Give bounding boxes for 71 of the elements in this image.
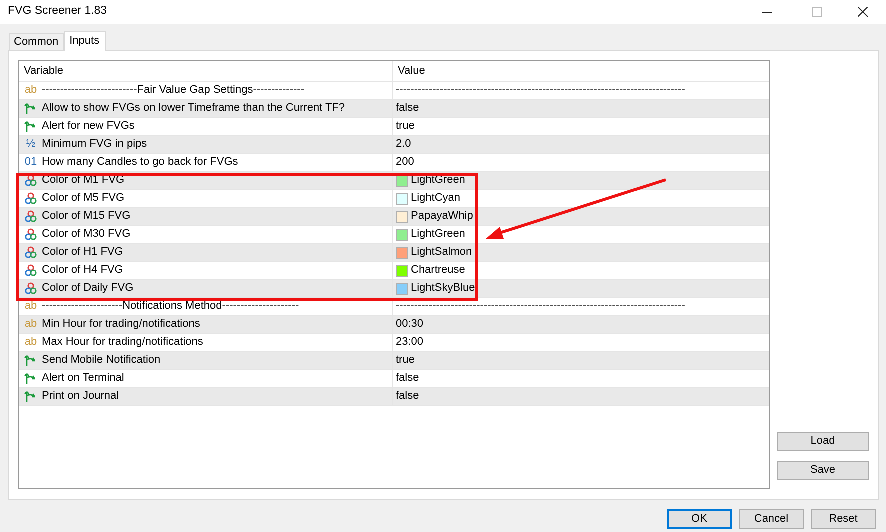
color-swatch[interactable] bbox=[396, 282, 408, 294]
value-cell[interactable]: LightSalmon bbox=[411, 244, 472, 261]
dialog-button[interactable]: Cancel bbox=[739, 509, 804, 529]
variable-cell-text: Alert for new FVGs bbox=[42, 119, 135, 134]
type-icon: ab bbox=[24, 316, 38, 333]
variable-cell-text: Alert on Terminal bbox=[42, 371, 124, 386]
value-cell[interactable]: Chartreuse bbox=[411, 262, 466, 279]
color-circles-icon bbox=[24, 192, 38, 205]
variable-cell-text: Max Hour for trading/notifications bbox=[42, 335, 204, 350]
maximize-icon[interactable] bbox=[812, 7, 822, 17]
type-icon: ½ bbox=[24, 136, 38, 153]
value-cell[interactable]: LightSkyBlue bbox=[411, 280, 476, 297]
type-icon: ab bbox=[24, 334, 38, 351]
value-cell[interactable]: false bbox=[396, 100, 420, 117]
side-button[interactable]: Save bbox=[777, 461, 869, 480]
value-cell[interactable]: true bbox=[396, 118, 415, 135]
variable-cell-text: Print on Journal bbox=[42, 389, 120, 404]
variable-cell-text: How many Candles to go back for FVGs bbox=[42, 155, 238, 170]
value-cell[interactable]: ------------------------------------------------------------------------------- bbox=[396, 298, 686, 315]
toggle-arrow-icon bbox=[24, 390, 38, 403]
color-circles-icon bbox=[24, 174, 38, 187]
value-cell[interactable]: false bbox=[396, 388, 420, 405]
color-swatch[interactable] bbox=[396, 192, 408, 204]
variable-cell-text: ----------------------Notifications Method--------------------- bbox=[42, 299, 300, 314]
variable-cell-text: Color of H1 FVG bbox=[42, 245, 124, 260]
type-icon: ab bbox=[24, 82, 38, 99]
variable-cell-text: Send Mobile Notification bbox=[42, 353, 161, 368]
variable-cell-text: Color of H4 FVG bbox=[42, 263, 124, 278]
toggle-arrow-icon bbox=[24, 102, 38, 115]
value-cell[interactable]: LightGreen bbox=[411, 172, 466, 189]
color-swatch[interactable] bbox=[396, 210, 408, 222]
value-cell[interactable]: 200 bbox=[396, 154, 414, 171]
variable-cell-text: Color of M5 FVG bbox=[42, 191, 125, 206]
dialog-button[interactable]: OK bbox=[667, 509, 732, 529]
variable-cell-text: Min Hour for trading/notifications bbox=[42, 317, 200, 332]
value-cell[interactable]: 2.0 bbox=[396, 136, 412, 153]
variable-cell-text: Color of Daily FVG bbox=[42, 281, 134, 296]
variable-cell-text: --------------------------Fair Value Gap Settings-------------- bbox=[42, 83, 304, 98]
column-header[interactable]: Value bbox=[392, 61, 766, 81]
column-header[interactable]: Variable bbox=[19, 62, 392, 80]
toggle-arrow-icon bbox=[24, 120, 38, 133]
variable-cell-text: Color of M15 FVG bbox=[42, 209, 131, 224]
close-icon[interactable] bbox=[858, 7, 868, 17]
value-cell[interactable]: PapayaWhip bbox=[411, 208, 474, 225]
type-icon: 01 bbox=[24, 154, 38, 171]
color-circles-icon bbox=[24, 210, 38, 223]
color-circles-icon bbox=[24, 264, 38, 277]
variable-cell-text: Allow to show FVGs on lower Timeframe than the Current TF? bbox=[42, 101, 346, 116]
variable-cell-text: Color of M30 FVG bbox=[42, 227, 131, 242]
dialog-button[interactable]: Reset bbox=[811, 509, 876, 529]
tab[interactable]: Inputs bbox=[64, 31, 106, 51]
color-swatch[interactable] bbox=[396, 228, 408, 240]
window-title: FVG Screener 1.83 bbox=[8, 4, 108, 20]
value-cell[interactable]: 00:30 bbox=[396, 316, 424, 333]
value-cell[interactable]: ------------------------------------------------------------------------------- bbox=[396, 82, 686, 99]
value-cell[interactable]: LightGreen bbox=[411, 226, 466, 243]
value-cell[interactable]: 23:00 bbox=[396, 334, 424, 351]
type-icon: ab bbox=[24, 298, 38, 315]
toggle-arrow-icon bbox=[24, 372, 38, 385]
value-cell[interactable]: LightCyan bbox=[411, 190, 461, 207]
color-circles-icon bbox=[24, 246, 38, 259]
toggle-arrow-icon bbox=[24, 354, 38, 367]
tab[interactable]: Common bbox=[9, 33, 64, 50]
color-swatch[interactable] bbox=[396, 246, 408, 258]
color-swatch[interactable] bbox=[396, 264, 408, 276]
color-circles-icon bbox=[24, 282, 38, 295]
value-cell[interactable]: true bbox=[396, 352, 415, 369]
side-button[interactable]: Load bbox=[777, 432, 869, 451]
variable-cell-text: Minimum FVG in pips bbox=[42, 137, 148, 152]
value-cell[interactable]: false bbox=[396, 370, 420, 387]
color-circles-icon bbox=[24, 228, 38, 241]
